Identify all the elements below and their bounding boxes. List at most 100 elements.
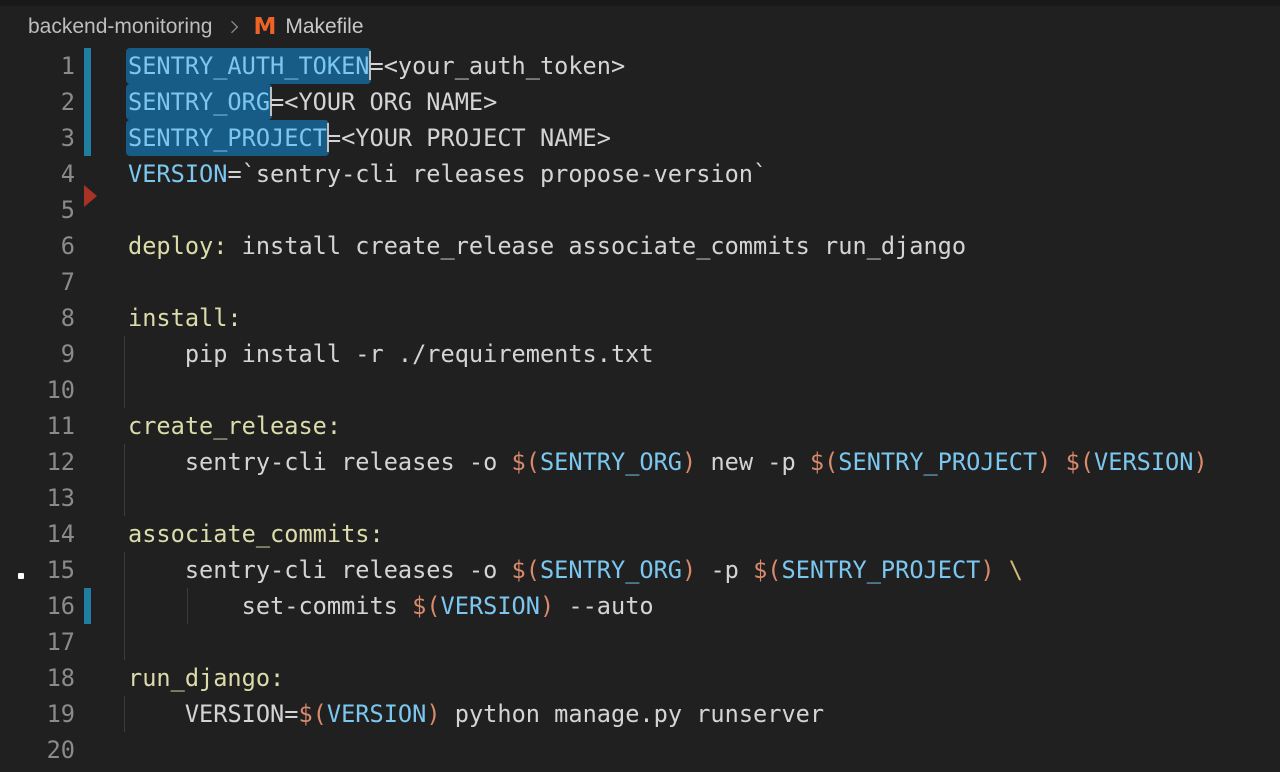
code-text: VERSION=`sentry-cli releases propose-ver… xyxy=(128,156,767,192)
code-token: =<YOUR ORG NAME> xyxy=(270,88,497,116)
indent-guide-line xyxy=(124,552,125,588)
code-token: new -p xyxy=(696,448,810,476)
code-token: =<your_auth_token> xyxy=(369,52,625,80)
code-line[interactable]: 5 xyxy=(0,192,1280,228)
code-token: =<YOUR PROJECT NAME> xyxy=(327,124,611,152)
line-number[interactable]: 19 xyxy=(0,696,75,732)
code-line[interactable]: 11 create_release: xyxy=(0,408,1280,444)
indent-guide-line xyxy=(124,480,125,516)
code-token: ) xyxy=(1193,448,1207,476)
code-token: python manage.py runserver xyxy=(441,700,825,728)
code-text: sentry-cli releases -o $(SENTRY_ORG) -p … xyxy=(128,552,1023,588)
code-text: create_release: xyxy=(128,408,341,444)
code-token: SENTRY_ORG xyxy=(540,448,682,476)
code-line[interactable]: 7 xyxy=(0,264,1280,300)
code-token: \ xyxy=(1009,556,1023,584)
code-token: $( xyxy=(512,556,540,584)
code-line[interactable]: 20 xyxy=(0,732,1280,768)
line-number[interactable]: 9 xyxy=(0,336,75,372)
git-modified-indicator[interactable] xyxy=(84,588,91,624)
chevron-right-icon xyxy=(224,17,244,37)
line-number[interactable]: 10 xyxy=(0,372,75,408)
code-line[interactable]: 3 SENTRY_PROJECT=<YOUR PROJECT NAME> xyxy=(0,120,1280,156)
line-number[interactable]: 11 xyxy=(0,408,75,444)
line-number[interactable]: 5 xyxy=(0,192,75,228)
code-line[interactable]: 12 sentry-cli releases -o $(SENTRY_ORG) … xyxy=(0,444,1280,480)
code-text: deploy: install create_release associate… xyxy=(128,228,966,264)
code-token: run_django: xyxy=(128,664,284,692)
code-line[interactable]: 1SENTRY_AUTH_TOKEN=<your_auth_token> xyxy=(0,48,1280,84)
line-number[interactable]: 6 xyxy=(0,228,75,264)
code-token: sentry-cli releases -o xyxy=(128,556,512,584)
line-number[interactable]: 12 xyxy=(0,444,75,480)
selected-token: SENTRY_ORG xyxy=(126,84,272,120)
code-text: pip install -r ./requirements.txt xyxy=(128,336,654,372)
code-text: sentry-cli releases -o $(SENTRY_ORG) new… xyxy=(128,444,1208,480)
code-editor[interactable]: 1SENTRY_AUTH_TOKEN=<your_auth_token>2 SEN… xyxy=(0,48,1280,768)
code-token: VERSION xyxy=(327,700,426,728)
breadcrumb-folder[interactable]: backend-monitoring xyxy=(28,15,212,39)
breadcrumb-file[interactable]: Makefile xyxy=(285,15,363,39)
code-token: $( xyxy=(412,592,440,620)
code-line[interactable]: 17 xyxy=(0,624,1280,660)
code-token: pip install -r ./requirements.txt xyxy=(128,340,654,368)
line-number[interactable]: 14 xyxy=(0,516,75,552)
code-token: VERSION xyxy=(1094,448,1193,476)
code-line[interactable]: 16 set-commits $(VERSION) --auto xyxy=(0,588,1280,624)
line-number[interactable]: 4 xyxy=(0,156,75,192)
indent-guide-line xyxy=(124,588,125,624)
code-token: -p xyxy=(696,556,753,584)
code-line[interactable]: 9 pip install -r ./requirements.txt xyxy=(0,336,1280,372)
code-token: --auto xyxy=(554,592,653,620)
code-line[interactable]: 6 deploy: install create_release associat… xyxy=(0,228,1280,264)
code-line[interactable]: 2 SENTRY_ORG=<YOUR ORG NAME> xyxy=(0,84,1280,120)
code-line[interactable]: 14 associate_commits: xyxy=(0,516,1280,552)
code-token: $( xyxy=(298,700,326,728)
breadcrumb: backend-monitoring M Makefile xyxy=(0,6,1280,48)
line-number[interactable]: 20 xyxy=(0,732,75,768)
code-token: VERSION= xyxy=(128,700,298,728)
code-token: $( xyxy=(1066,448,1094,476)
code-token: deploy: xyxy=(128,232,227,260)
code-token: ) xyxy=(980,556,994,584)
code-token: install create_release associate_commits… xyxy=(227,232,966,260)
code-token: VERSION xyxy=(128,160,227,188)
code-token: ) xyxy=(540,592,554,620)
line-number[interactable]: 15 xyxy=(0,552,75,588)
code-token: ) xyxy=(426,700,440,728)
code-line[interactable]: 13 xyxy=(0,480,1280,516)
line-number[interactable]: 18 xyxy=(0,660,75,696)
code-line[interactable]: 4 VERSION=`sentry-cli releases propose-ve… xyxy=(0,156,1280,192)
code-line[interactable]: 18 run_django: xyxy=(0,660,1280,696)
line-number[interactable]: 2 xyxy=(0,84,75,120)
selected-token: SENTRY_PROJECT xyxy=(126,120,329,156)
line-number[interactable]: 7 xyxy=(0,264,75,300)
indent-guide-line xyxy=(124,624,125,660)
code-line[interactable]: 19 VERSION=$(VERSION) python manage.py r… xyxy=(0,696,1280,732)
code-text: install: xyxy=(128,300,242,336)
line-number[interactable]: 3 xyxy=(0,120,75,156)
git-modified-indicator[interactable] xyxy=(84,48,91,84)
line-number[interactable]: 17 xyxy=(0,624,75,660)
code-token: $( xyxy=(512,448,540,476)
git-modified-indicator[interactable] xyxy=(84,120,91,156)
code-token: ) xyxy=(682,556,696,584)
code-token: associate_commits: xyxy=(128,520,384,548)
line-number[interactable]: 13 xyxy=(0,480,75,516)
code-token: SENTRY_PROJECT xyxy=(781,556,980,584)
code-token: VERSION xyxy=(441,592,540,620)
line-number[interactable]: 8 xyxy=(0,300,75,336)
code-text: SENTRY_ORG=<YOUR ORG NAME> xyxy=(128,84,497,120)
code-text: SENTRY_PROJECT=<YOUR PROJECT NAME> xyxy=(128,120,611,156)
code-line[interactable]: 10 xyxy=(0,372,1280,408)
code-text: run_django: xyxy=(128,660,284,696)
code-token: sentry-cli releases -o xyxy=(128,448,512,476)
code-line[interactable]: 8 install: xyxy=(0,300,1280,336)
code-token: $( xyxy=(753,556,781,584)
code-token xyxy=(1051,448,1065,476)
git-modified-indicator[interactable] xyxy=(84,84,91,120)
line-number[interactable]: 1 xyxy=(0,48,75,84)
indent-guide-line xyxy=(124,336,125,372)
line-number[interactable]: 16 xyxy=(0,588,75,624)
code-line[interactable]: 15 sentry-cli releases -o $(SENTRY_ORG) … xyxy=(0,552,1280,588)
